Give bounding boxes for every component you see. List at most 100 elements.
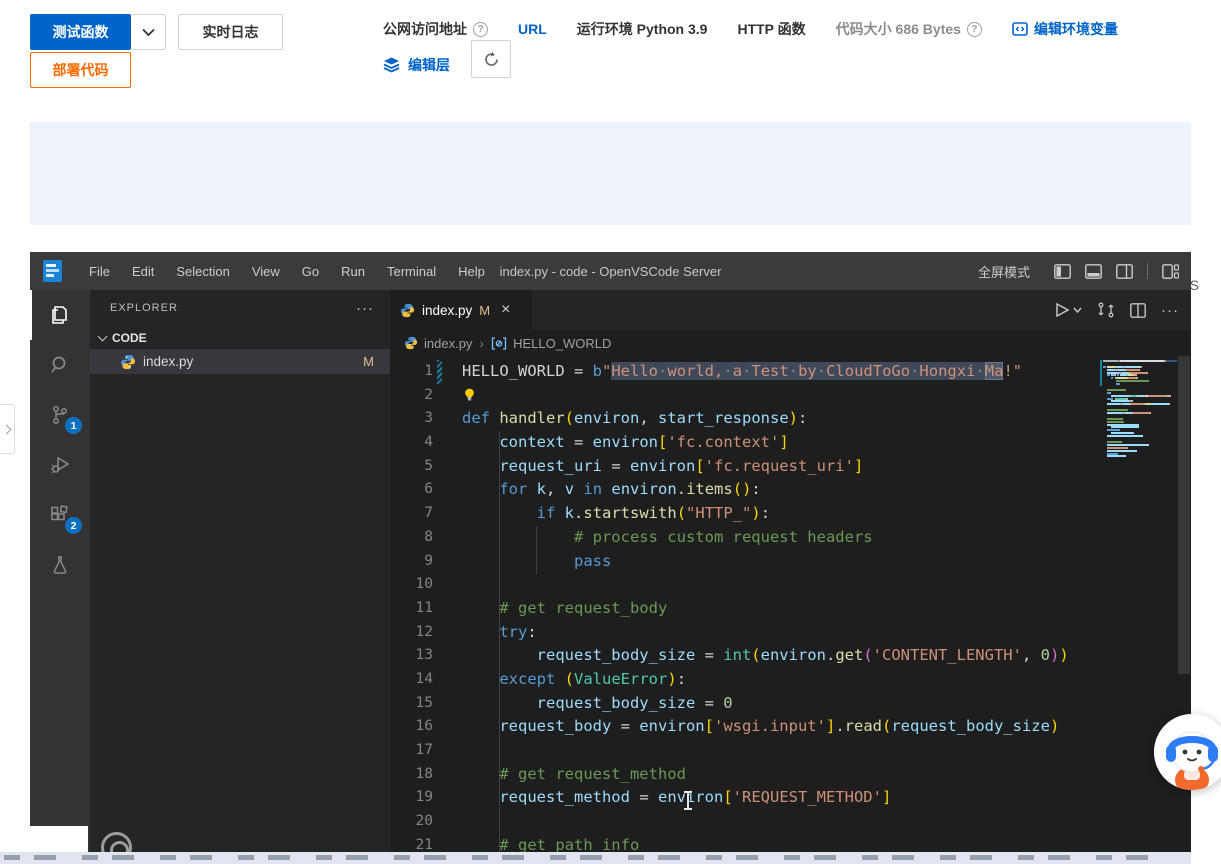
code-size-label: 代码大小 686 Bytes [836, 19, 961, 39]
minimap-line [1103, 386, 1177, 388]
runtime-label: 运行环境 Python 3.9 [577, 19, 708, 39]
explorer-file-indexpy[interactable]: index.py M [90, 349, 390, 374]
minimap-line [1103, 409, 1177, 411]
run-debug-icon[interactable] [30, 440, 90, 490]
minimap-line [1103, 360, 1177, 362]
tab-modified-badge: M [479, 303, 490, 318]
minimap-modified-marker [1100, 360, 1102, 386]
scrollbar-thumb[interactable] [1178, 356, 1190, 674]
fullscreen-label[interactable]: 全屏模式 [978, 262, 1030, 281]
sidebar-expand-tab[interactable] [0, 404, 15, 454]
support-mascot-button[interactable] [1154, 714, 1221, 790]
code-line-14: except (ValueError): [462, 668, 1069, 692]
gutter: 123456789101112131415161718192021 [390, 360, 433, 857]
explorer-sidebar: EXPLORER ··· CODE index.py M [90, 290, 390, 864]
extensions-icon[interactable]: 2 [30, 490, 90, 540]
refresh-button[interactable] [471, 40, 511, 78]
lightbulb-icon[interactable] [462, 386, 477, 404]
menu-terminal[interactable]: Terminal [376, 252, 447, 290]
line-number: 10 [390, 573, 433, 597]
tab-indexpy[interactable]: index.py M × [390, 290, 532, 330]
split-editor-icon[interactable] [1130, 303, 1146, 318]
line-number: 1 [390, 360, 433, 384]
menu-selection[interactable]: Selection [165, 252, 240, 290]
gutter-modified-marker [437, 360, 442, 384]
explorer-section-code[interactable]: CODE [90, 326, 390, 349]
search-icon[interactable] [30, 340, 90, 390]
extensions-badge: 2 [65, 517, 82, 534]
test-function-button[interactable]: 测试函数 [30, 14, 131, 50]
deploy-code-button[interactable]: 部署代码 [30, 52, 131, 88]
more-actions-icon[interactable]: ··· [1161, 302, 1179, 319]
edit-layers-link[interactable]: 编辑层 [383, 55, 450, 75]
toggle-sidebar-icon[interactable] [1054, 264, 1071, 279]
code-line-12: try: [462, 621, 1069, 645]
chevron-right-icon [1, 424, 11, 434]
code-editor[interactable]: 123456789101112131415161718192021 HELLO_… [390, 356, 1191, 864]
line-number: 19 [390, 786, 433, 810]
minimap-line [1103, 438, 1177, 440]
menu-bar: FileEditSelectionViewGoRunTerminalHelp [78, 252, 496, 290]
help-question-icon[interactable]: ? [473, 22, 488, 37]
minimap-line [1103, 403, 1177, 405]
url-link[interactable]: URL [518, 21, 547, 37]
code-line-9: pass [462, 550, 1069, 574]
line-number: 20 [390, 810, 433, 834]
breadcrumb-file[interactable]: index.py [424, 336, 472, 351]
menu-view[interactable]: View [241, 252, 291, 290]
minimap-line [1103, 406, 1177, 408]
explorer-header: EXPLORER [90, 290, 390, 326]
refresh-icon [483, 51, 500, 68]
chevron-down-icon [142, 28, 155, 37]
realtime-log-button[interactable]: 实时日志 [178, 14, 283, 50]
customize-layout-icon[interactable] [1162, 264, 1179, 279]
page: 测试函数 实时日志 部署代码 公网访问地址 ? URL 运行环境 Python … [0, 0, 1221, 864]
code-line-15: request_body_size = 0 [462, 692, 1069, 716]
menu-file[interactable]: File [78, 252, 121, 290]
minimap[interactable] [1103, 356, 1177, 864]
minimap-line [1103, 435, 1177, 437]
menu-run[interactable]: Run [330, 252, 376, 290]
source-control-icon[interactable]: 1 [30, 390, 90, 440]
toggle-secondary-sidebar-icon[interactable] [1116, 264, 1133, 279]
titlebar: FileEditSelectionViewGoRunTerminalHelp i… [30, 252, 1191, 290]
explorer-more-actions-icon[interactable]: ··· [356, 300, 374, 317]
code-line-8: # process custom request headers [462, 526, 1069, 550]
edit-env-vars-link[interactable]: 编辑环境变量 [1012, 19, 1118, 39]
line-number: 14 [390, 668, 433, 692]
minimap-line [1103, 400, 1177, 402]
divider [1147, 263, 1148, 279]
testing-beaker-icon[interactable] [30, 540, 90, 590]
minimap-line [1103, 453, 1177, 455]
tab-close-icon[interactable]: × [501, 302, 510, 318]
toggle-panel-icon[interactable] [1085, 264, 1102, 279]
minimap-line [1103, 421, 1177, 423]
line-number: 11 [390, 597, 433, 621]
open-changes-icon[interactable] [1097, 302, 1115, 318]
menu-help[interactable]: Help [447, 252, 496, 290]
chevron-down-icon [98, 331, 108, 341]
minimap-line [1103, 374, 1177, 376]
help-question-icon[interactable]: ? [967, 22, 982, 37]
python-file-icon [404, 336, 418, 350]
breadcrumb-symbol[interactable]: HELLO_WORLD [513, 336, 611, 351]
openvscode-logo-icon [42, 259, 64, 283]
menu-edit[interactable]: Edit [121, 252, 165, 290]
menu-go[interactable]: Go [291, 252, 330, 290]
explorer-icon[interactable] [30, 290, 90, 340]
run-file-icon[interactable] [1056, 303, 1082, 317]
minimap-line [1103, 380, 1177, 382]
code-line-18: # get request_method [462, 763, 1069, 787]
line-number: 16 [390, 715, 433, 739]
python-file-icon [400, 303, 415, 318]
code-line-6: for k, v in environ.items(): [462, 478, 1069, 502]
line-number: 8 [390, 526, 433, 550]
tab-bar: index.py M × ··· [390, 290, 1191, 330]
minimap-line [1103, 447, 1177, 449]
line-number: 9 [390, 550, 433, 574]
breadcrumb[interactable]: index.py › HELLO_WORLD [390, 330, 1191, 356]
test-function-dropdown[interactable] [131, 14, 166, 50]
breadcrumb-separator: › [479, 335, 484, 351]
minimap-line [1103, 432, 1177, 434]
code-line-4: context = environ['fc.context'] [462, 431, 1069, 455]
